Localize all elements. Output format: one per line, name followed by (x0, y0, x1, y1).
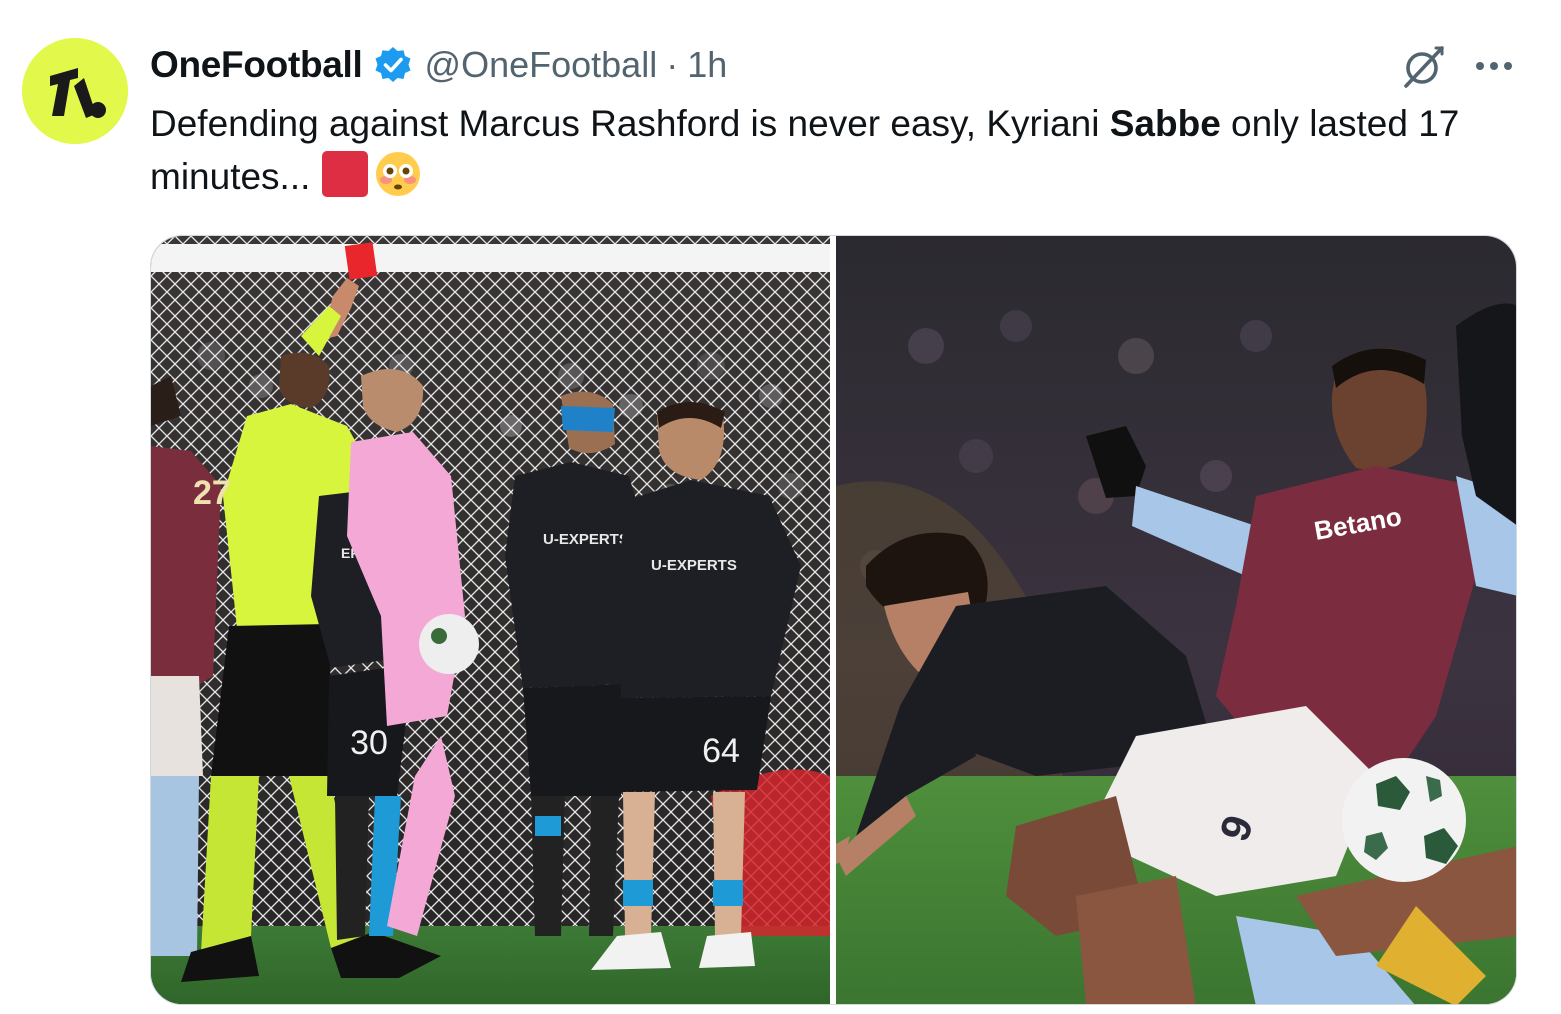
red-square-emoji-icon (322, 151, 369, 197)
avatar[interactable] (22, 38, 128, 144)
tweet-card[interactable]: OneFootball @OneFootball · 1h Defending … (0, 0, 1561, 1014)
tweet-text-part-1: Defending against Marcus Rashford is nev… (150, 103, 1110, 144)
timestamp[interactable]: 1h (687, 44, 727, 86)
tweet-text: Defending against Marcus Rashford is nev… (150, 98, 1490, 203)
media-grid: 30 ERTS U-EXPERTS (150, 235, 1517, 1005)
keeper-number: 30 (350, 724, 388, 762)
verified-badge-icon[interactable] (373, 45, 413, 85)
tweet-header: OneFootball @OneFootball · 1h (150, 40, 727, 90)
shirt-text-1: U-EXPERTS (543, 531, 629, 548)
player-number: 64 (702, 732, 740, 770)
separator-dot: · (666, 44, 679, 85)
shirt-text-2: U-EXPERTS (651, 557, 737, 574)
grok-icon[interactable] (1398, 40, 1450, 92)
display-name[interactable]: OneFootball (150, 44, 363, 86)
photo-rashford[interactable]: Betano 9 (836, 236, 1516, 1004)
more-icon[interactable] (1468, 44, 1520, 88)
tweet-text-bold: Sabbe (1109, 103, 1221, 144)
photo-red-card[interactable]: 30 ERTS U-EXPERTS (151, 236, 830, 1004)
villa-number: 27 (193, 474, 231, 512)
handle[interactable]: @OneFootball (425, 44, 658, 86)
flushed-face-emoji-icon (374, 150, 422, 198)
